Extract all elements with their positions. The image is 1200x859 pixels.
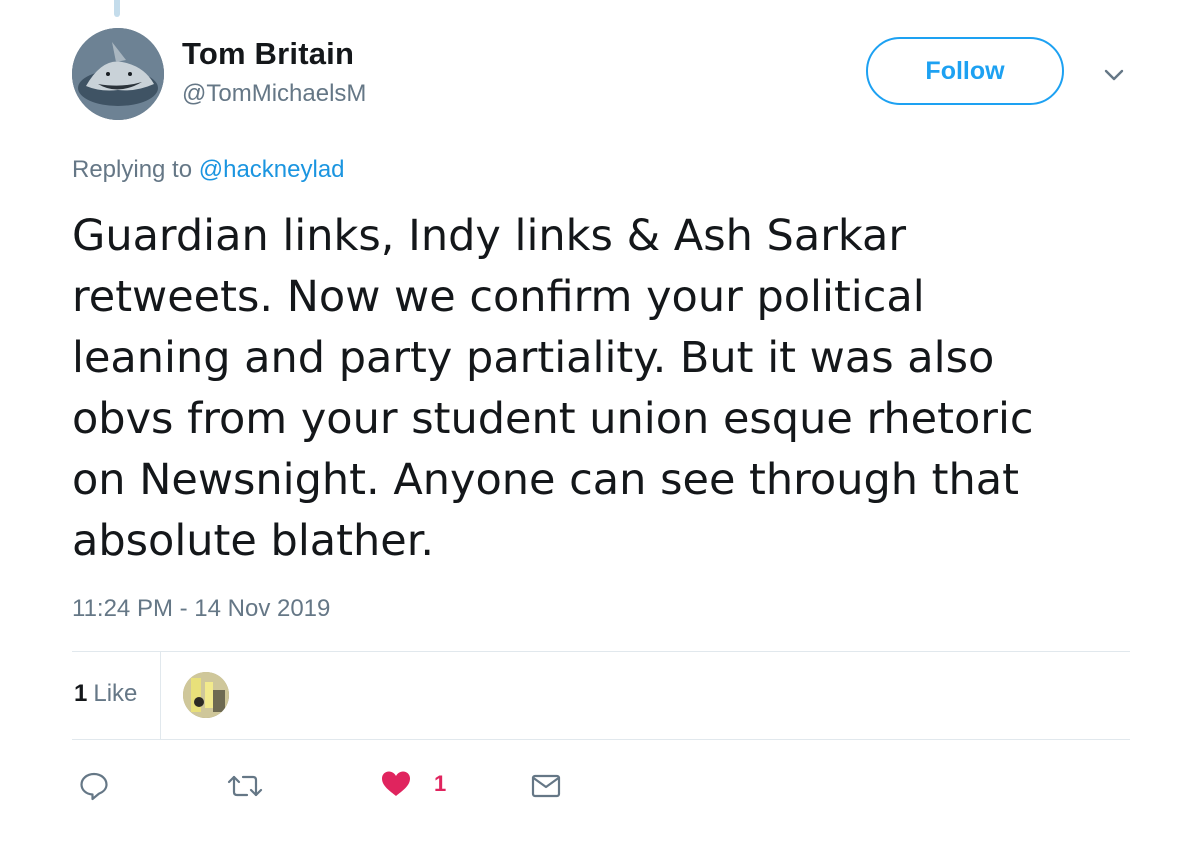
liker-avatar-image <box>183 672 229 718</box>
author-avatar[interactable] <box>72 28 164 120</box>
thread-connector-line <box>114 0 120 17</box>
likes-count-link[interactable]: 1 Like <box>74 680 137 708</box>
tweet-timestamp[interactable]: 11:24 PM - 14 Nov 2019 <box>72 595 330 623</box>
author-handle[interactable]: @TomMichaelsM <box>182 80 366 108</box>
retweet-icon <box>227 775 263 797</box>
like-count: 1 <box>434 771 447 796</box>
stats-bottom-divider <box>72 739 1130 740</box>
heart-icon <box>382 771 410 796</box>
follow-button[interactable]: Follow <box>866 37 1064 105</box>
reply-action[interactable] <box>78 770 110 802</box>
replying-to-mention-link[interactable]: @hackneylad <box>199 156 345 183</box>
author-name[interactable]: Tom Britain <box>182 36 354 72</box>
more-options-button[interactable] <box>1099 60 1129 90</box>
replying-prefix: Replying to <box>72 156 193 183</box>
replying-to-line: Replying to @hackneylad <box>72 156 345 184</box>
likes-label: Like <box>93 680 138 707</box>
reply-icon <box>80 772 108 801</box>
tweet-text: Guardian links, Indy links & Ash Sarkar … <box>72 211 1034 566</box>
likes-number: 1 <box>74 680 88 707</box>
stats-top-divider <box>72 651 1130 652</box>
shark-avatar-image <box>72 28 164 120</box>
stats-vertical-divider <box>160 652 161 739</box>
chevron-down-icon <box>1104 69 1124 81</box>
liker-avatar[interactable] <box>183 672 229 718</box>
tweet-page: Tom Britain @TomMichaelsM Follow Replyin… <box>0 0 1200 859</box>
envelope-icon <box>531 774 561 798</box>
like-action[interactable]: 1 <box>380 768 446 800</box>
direct-message-action[interactable] <box>530 770 562 802</box>
retweet-action[interactable] <box>227 770 263 802</box>
